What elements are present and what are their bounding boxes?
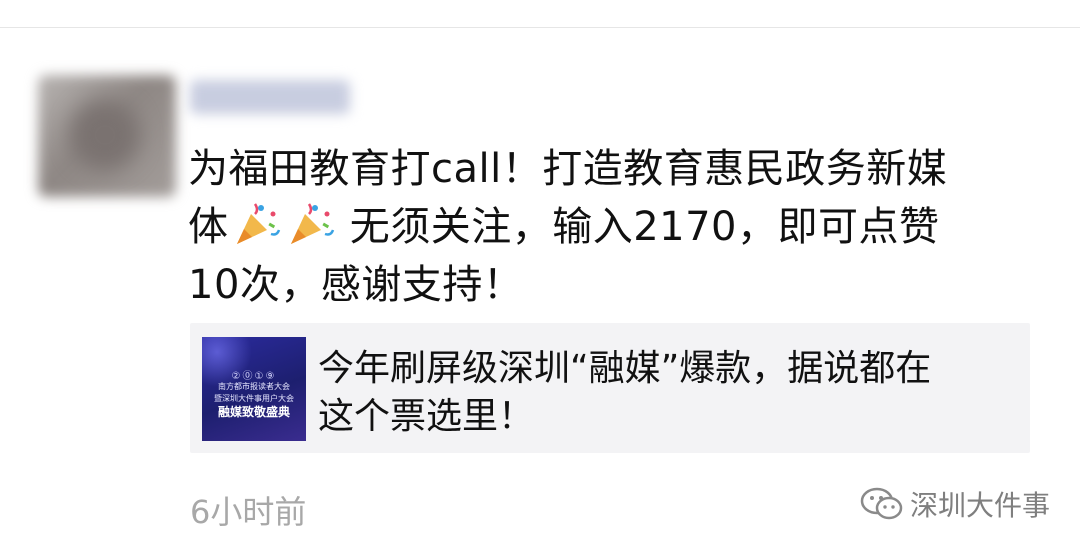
post-text-line-3: 10次，感谢支持！ — [188, 262, 524, 308]
post-text-line-2: 体 无须关注，输入2170，即可点赞 — [188, 198, 1048, 256]
top-divider — [0, 27, 1080, 28]
post-text-line-2-start: 体 — [188, 204, 229, 250]
wechat-icon — [860, 487, 903, 520]
thumbnail-year: ②⓪①⑨ — [231, 371, 277, 382]
shared-link-card[interactable]: ②⓪①⑨ 南方都市报读者大会 暨深圳大件事用户大会 融媒致敬盛典 今年刷屏级深圳… — [190, 323, 1030, 453]
avatar-figure — [70, 100, 140, 170]
thumbnail-line-1: 南方都市报读者大会 — [218, 382, 290, 391]
link-title-line-2: 这个票选里！ — [318, 396, 535, 437]
post-text: 为福田教育打call！打造教育惠民政务新媒 体 无须关注，输入2170，即可点赞… — [188, 140, 1048, 314]
post-text-line-2-end: 无须关注，输入2170，即可点赞 — [336, 204, 940, 250]
thumbnail-line-3: 融媒致敬盛典 — [217, 405, 290, 419]
link-title-line-1: 今年刷屏级深圳“融媒”爆款，据说都在 — [318, 348, 932, 389]
link-thumbnail: ②⓪①⑨ 南方都市报读者大会 暨深圳大件事用户大会 融媒致敬盛典 — [202, 337, 306, 441]
party-popper-icon — [231, 200, 281, 248]
watermark: 深圳大件事 — [860, 486, 1050, 522]
post-text-line-1: 为福田教育打call！打造教育惠民政务新媒 — [188, 146, 948, 192]
author-nickname[interactable] — [190, 80, 350, 114]
post-timestamp: 6小时前 — [190, 493, 307, 531]
link-title: 今年刷屏级深圳“融媒”爆款，据说都在 这个票选里！ — [318, 345, 998, 441]
watermark-text: 深圳大件事 — [910, 489, 1051, 522]
party-popper-icon — [285, 200, 335, 248]
